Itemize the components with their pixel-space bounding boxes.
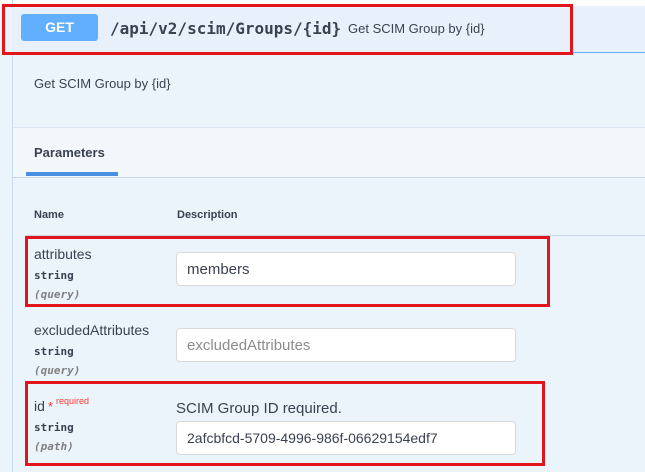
column-header-name: Name bbox=[34, 209, 64, 221]
tab-parameters[interactable]: Parameters bbox=[34, 145, 105, 160]
param-in-id: (path) bbox=[34, 440, 74, 453]
param-type-attributes: string bbox=[34, 269, 74, 282]
param-in-attributes: (query) bbox=[34, 288, 81, 301]
operation-description: Get SCIM Group by {id} bbox=[34, 76, 171, 91]
param-name-attributes: attributes bbox=[34, 246, 92, 262]
column-header-description: Description bbox=[177, 209, 238, 221]
operation-summary: Get SCIM Group by {id} bbox=[348, 21, 485, 36]
param-in-excluded-attributes: (query) bbox=[34, 364, 81, 377]
param-name-id: id * required bbox=[34, 396, 89, 414]
required-asterisk: * bbox=[47, 399, 53, 414]
operation-path: /api/v2/scim/Groups/{id} bbox=[110, 19, 342, 38]
parameters-section-header bbox=[13, 127, 645, 178]
top-strip bbox=[0, 0, 645, 6]
column-header-divider bbox=[26, 235, 645, 236]
method-badge: GET bbox=[21, 14, 98, 41]
excluded-attributes-input[interactable] bbox=[176, 328, 516, 362]
param-type-id: string bbox=[34, 421, 74, 434]
param-name-id-text: id bbox=[34, 398, 45, 414]
param-name-excluded-attributes: excludedAttributes bbox=[34, 322, 150, 338]
id-input[interactable] bbox=[176, 421, 516, 455]
param-description-id: SCIM Group ID required. bbox=[176, 400, 342, 417]
required-label: required bbox=[55, 396, 89, 406]
attributes-input[interactable] bbox=[176, 252, 516, 286]
param-type-excluded-attributes: string bbox=[34, 345, 74, 358]
tab-active-indicator bbox=[26, 172, 118, 176]
left-border bbox=[12, 0, 13, 472]
